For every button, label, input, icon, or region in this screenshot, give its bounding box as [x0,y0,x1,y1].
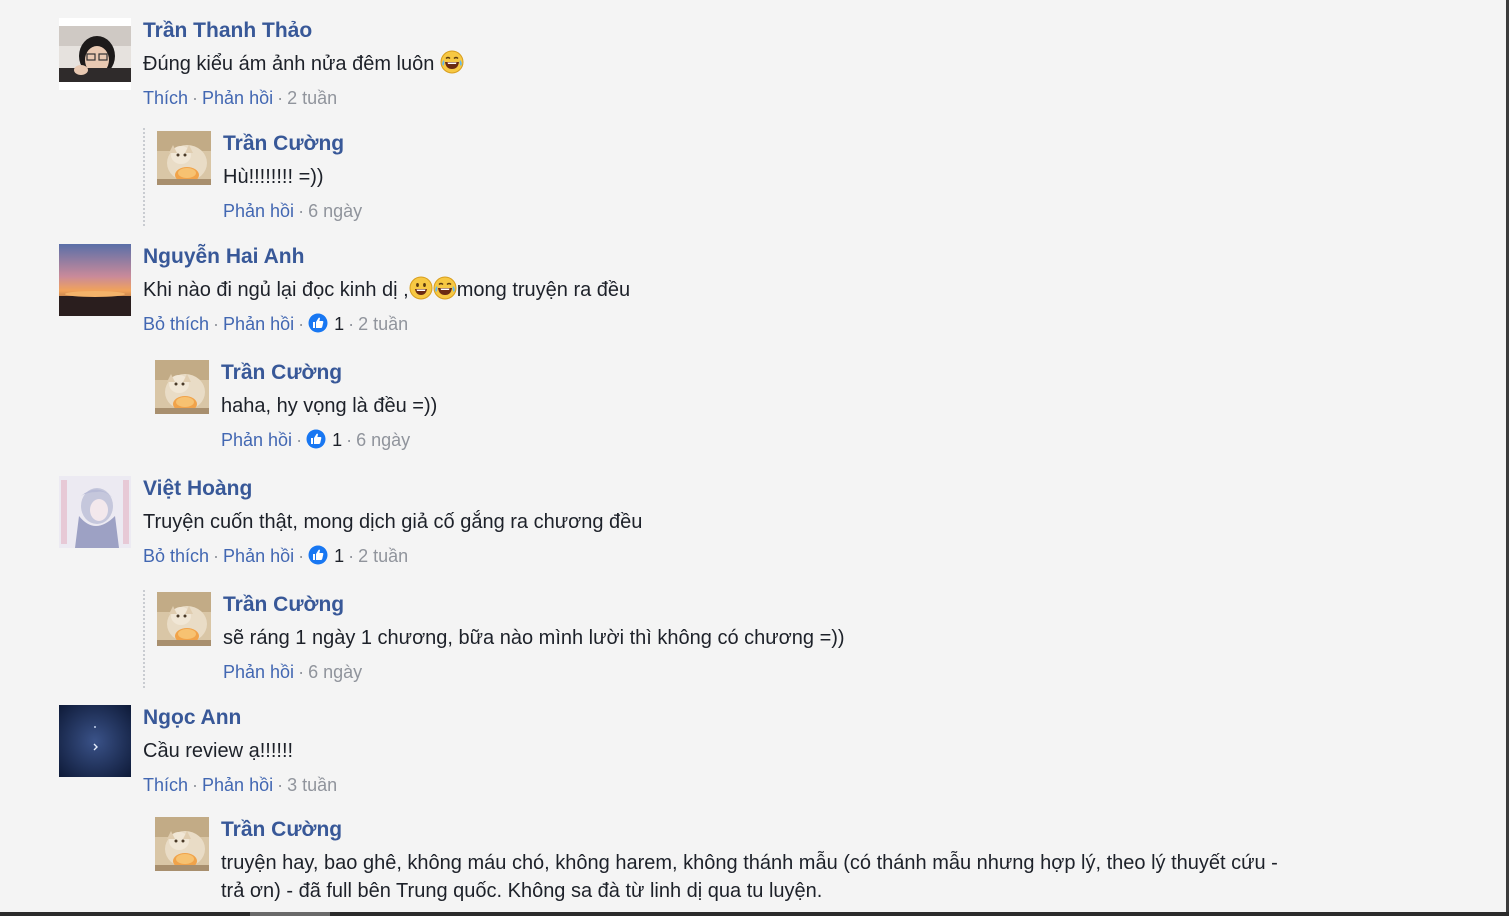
comment-actions: Thích · Phản hồi · 2 tuần [143,88,338,108]
avatar[interactable] [155,817,209,871]
comment-author[interactable]: Trần Thanh Thảo [143,18,464,44]
replies-container: Trần Cường sẽ ráng 1 ngày 1 chương, bữa … [143,590,845,688]
comment-text: haha, hy vọng là đều =)) [221,395,438,417]
avatar[interactable] [157,131,211,185]
thumbs-up-icon[interactable] [308,313,328,333]
comment-author[interactable]: Trần Cường [223,592,845,618]
comment-time[interactable]: 2 tuần [358,546,408,566]
reply-button[interactable]: Phản hồi [223,662,294,682]
comment-body: Trần Cường sẽ ráng 1 ngày 1 chương, bữa … [223,592,845,686]
comment-actions: Phản hồi · 6 ngày [223,662,363,682]
unlike-button[interactable]: Bỏ thích [143,546,209,566]
comment-text: Truyện cuốn thật, mong dịch giả cố gắng … [143,511,643,533]
comment-time[interactable]: 6 ngày [356,430,410,450]
like-count[interactable]: 1 [334,314,344,334]
comment-actions: Bỏ thích · Phản hồi · 1 · 2 tuần [143,545,409,566]
comment-actions: Phản hồi · 1 · 6 ngày [221,429,411,450]
comment-time[interactable]: 6 ngày [308,662,362,682]
thumbs-up-icon[interactable] [306,429,326,449]
like-button[interactable]: Thích [143,88,188,108]
comment-text: truyện hay, bao ghê, không máu chó, khôn… [221,852,1278,902]
thumbs-up-icon[interactable] [308,545,328,565]
reply-button[interactable]: Phản hồi [223,546,294,566]
comment-text: Đúng kiểu ám ảnh nửa đêm luôn [143,50,464,78]
comment-text: Khi nào đi ngủ lại đọc kinh dị , mong tru… [143,276,630,304]
comment-text: Hù!!!!!!!! =)) [223,166,324,188]
comment-body: Việt Hoàng Truyện cuốn thật, mong dịch g… [143,476,642,570]
comment-body: Trần Cường haha, hy vọng là đều =)) Phản… [221,360,437,454]
unlike-button[interactable]: Bỏ thích [143,314,209,334]
scrollbar-thumb[interactable] [250,912,330,916]
reply-button[interactable]: Phản hồi [221,430,292,450]
comment-text-content: Khi nào đi ngủ lại đọc kinh dị , [143,279,409,301]
laughing-emoji-icon [440,50,464,74]
comment-time[interactable]: 2 tuần [358,314,408,334]
avatar[interactable] [155,360,209,414]
avatar[interactable] [157,592,211,646]
comment-time[interactable]: 2 tuần [287,88,337,108]
comment-text-content: mong truyện ra đều [456,279,631,301]
avatar[interactable] [59,476,131,548]
avatar[interactable] [59,705,131,777]
comment-time[interactable]: 3 tuần [287,775,337,795]
comment-author[interactable]: Việt Hoàng [143,476,642,502]
reply-button[interactable]: Phản hồi [202,88,273,108]
comment-body: Trần Cường Hù!!!!!!!! =)) Phản hồi · 6 ngà… [223,131,362,225]
grinning-emoji-icon [409,276,433,300]
reply-button[interactable]: Phản hồi [223,201,294,221]
horizontal-scrollbar[interactable] [0,912,1509,916]
comment-author[interactable]: Nguyễn Hai Anh [143,244,630,270]
laughing-emoji-icon [433,276,457,300]
replies-container: Trần Cường Hù!!!!!!!! =)) Phản hồi · 6 ngà… [143,128,362,226]
comment-author[interactable]: Trần Cường [221,817,1291,843]
like-count[interactable]: 1 [332,430,342,450]
like-count[interactable]: 1 [334,546,344,566]
avatar[interactable] [59,244,131,316]
comment-actions: Phản hồi · 6 ngày [223,201,363,221]
comment-author[interactable]: Trần Cường [223,131,362,157]
comment-text-content: Đúng kiểu ám ảnh nửa đêm luôn [143,53,435,75]
comment-actions: Thích · Phản hồi · 3 tuần [143,775,338,795]
comment-author[interactable]: Ngọc Ann [143,705,337,731]
avatar[interactable] [59,18,131,90]
comment-body: Trần Cường truyện hay, bao ghê, không má… [221,817,1291,905]
reply-button[interactable]: Phản hồi [202,775,273,795]
comment-body: Nguyễn Hai Anh Khi nào đi ngủ lại đọc ki… [143,244,630,338]
comment-actions: Bỏ thích · Phản hồi · 1 · 2 tuần [143,313,409,334]
comment-body: Trần Thanh Thảo Đúng kiểu ám ảnh nửa đêm… [143,18,464,112]
comment-author[interactable]: Trần Cường [221,360,437,386]
comment-text: Cầu review ạ!!!!!! [143,740,294,762]
comment-body: Ngọc Ann Cầu review ạ!!!!!! Thích · Phản h… [143,705,337,799]
reply-button[interactable]: Phản hồi [223,314,294,334]
like-button[interactable]: Thích [143,775,188,795]
comment-time[interactable]: 6 ngày [308,201,362,221]
comment-text: sẽ ráng 1 ngày 1 chương, bữa nào mình lư… [223,627,845,649]
